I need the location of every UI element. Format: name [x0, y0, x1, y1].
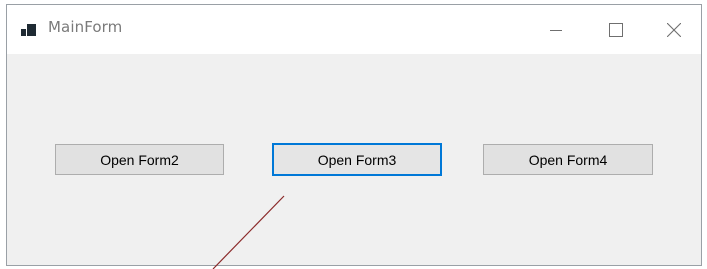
minimize-icon: [550, 29, 562, 31]
form-client-area: Open Form2 Open Form3 Open Form4: [7, 54, 701, 265]
title-bar[interactable]: MainForm: [7, 5, 701, 54]
open-form4-button[interactable]: Open Form4: [483, 144, 653, 175]
window-title: MainForm: [48, 18, 123, 36]
maximize-icon: [609, 22, 623, 37]
close-icon: [667, 22, 681, 37]
close-button[interactable]: [651, 5, 697, 54]
maximize-button[interactable]: [593, 5, 639, 54]
main-form-window: MainForm Open Form2 Open Form3 Open Form…: [6, 4, 702, 266]
open-form2-button[interactable]: Open Form2: [55, 144, 224, 175]
open-form3-button[interactable]: Open Form3: [272, 143, 442, 176]
minimize-button[interactable]: [533, 5, 579, 54]
app-icon: [21, 22, 37, 38]
